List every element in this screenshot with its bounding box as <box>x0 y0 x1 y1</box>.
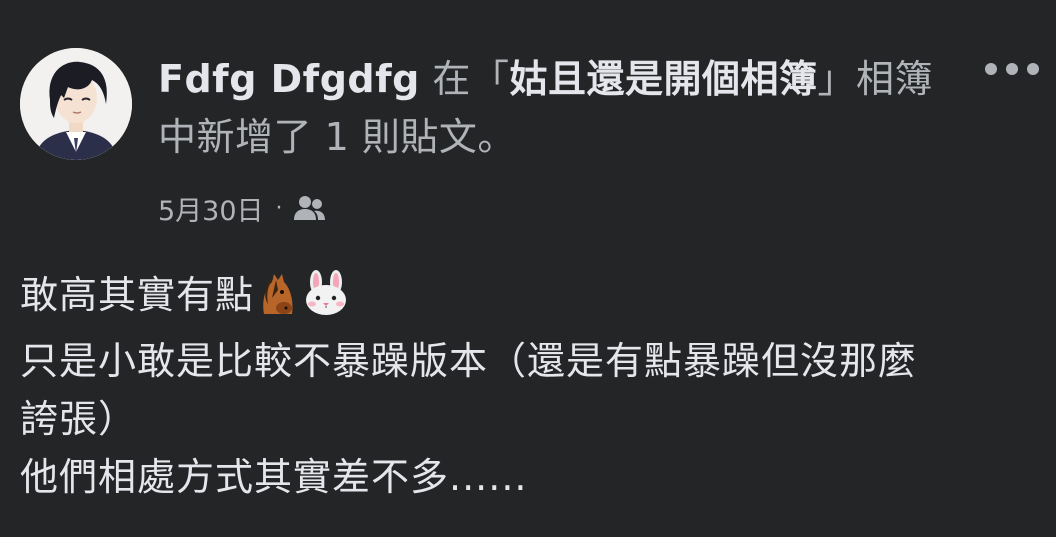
post-header: Fdfg Dfgdfg 在「姑且還是開個相簿」相簿中新增了 1 則貼文。 <box>158 50 938 166</box>
album-close-quote: 」 <box>817 57 856 101</box>
author-avatar[interactable] <box>20 48 132 160</box>
album-name-link[interactable]: 姑且還是開個相簿 <box>509 57 817 101</box>
avatar-illustration <box>20 48 132 160</box>
audience-selector[interactable] <box>292 194 326 222</box>
body-line-text: 敢高其實有點 <box>20 273 255 317</box>
post-body-line-3: 誇張） <box>20 397 138 441</box>
author-name-link[interactable]: Fdfg Dfgdfg <box>158 57 420 101</box>
post-body: 敢高其實有點 只是小敢是比較不暴躁版本（還是有點暴躁但沒那麼 誇張） 他們相處方… <box>20 266 1040 506</box>
header-prefix-text: 在 <box>419 57 471 101</box>
horse-face-emoji <box>254 270 300 332</box>
more-options-button[interactable] <box>980 52 1044 86</box>
rabbit-face-emoji <box>300 270 352 332</box>
meta-separator: · <box>275 195 283 221</box>
album-open-quote: 「 <box>470 57 510 101</box>
friends-icon <box>293 196 325 220</box>
post-body-line-1: 敢高其實有點 <box>20 266 1040 332</box>
more-options-icon <box>985 63 1039 75</box>
post-card: Fdfg Dfgdfg 在「姑且還是開個相簿」相簿中新增了 1 則貼文。 5月3… <box>0 0 1056 537</box>
post-timestamp[interactable]: 5月30日 <box>158 189 264 228</box>
post-meta: 5月30日 · <box>158 186 326 230</box>
post-body-line-4: 他們相處方式其實差不多...... <box>20 455 528 499</box>
post-body-line-2: 只是小敢是比較不暴躁版本（還是有點暴躁但沒那麼 <box>20 339 918 383</box>
